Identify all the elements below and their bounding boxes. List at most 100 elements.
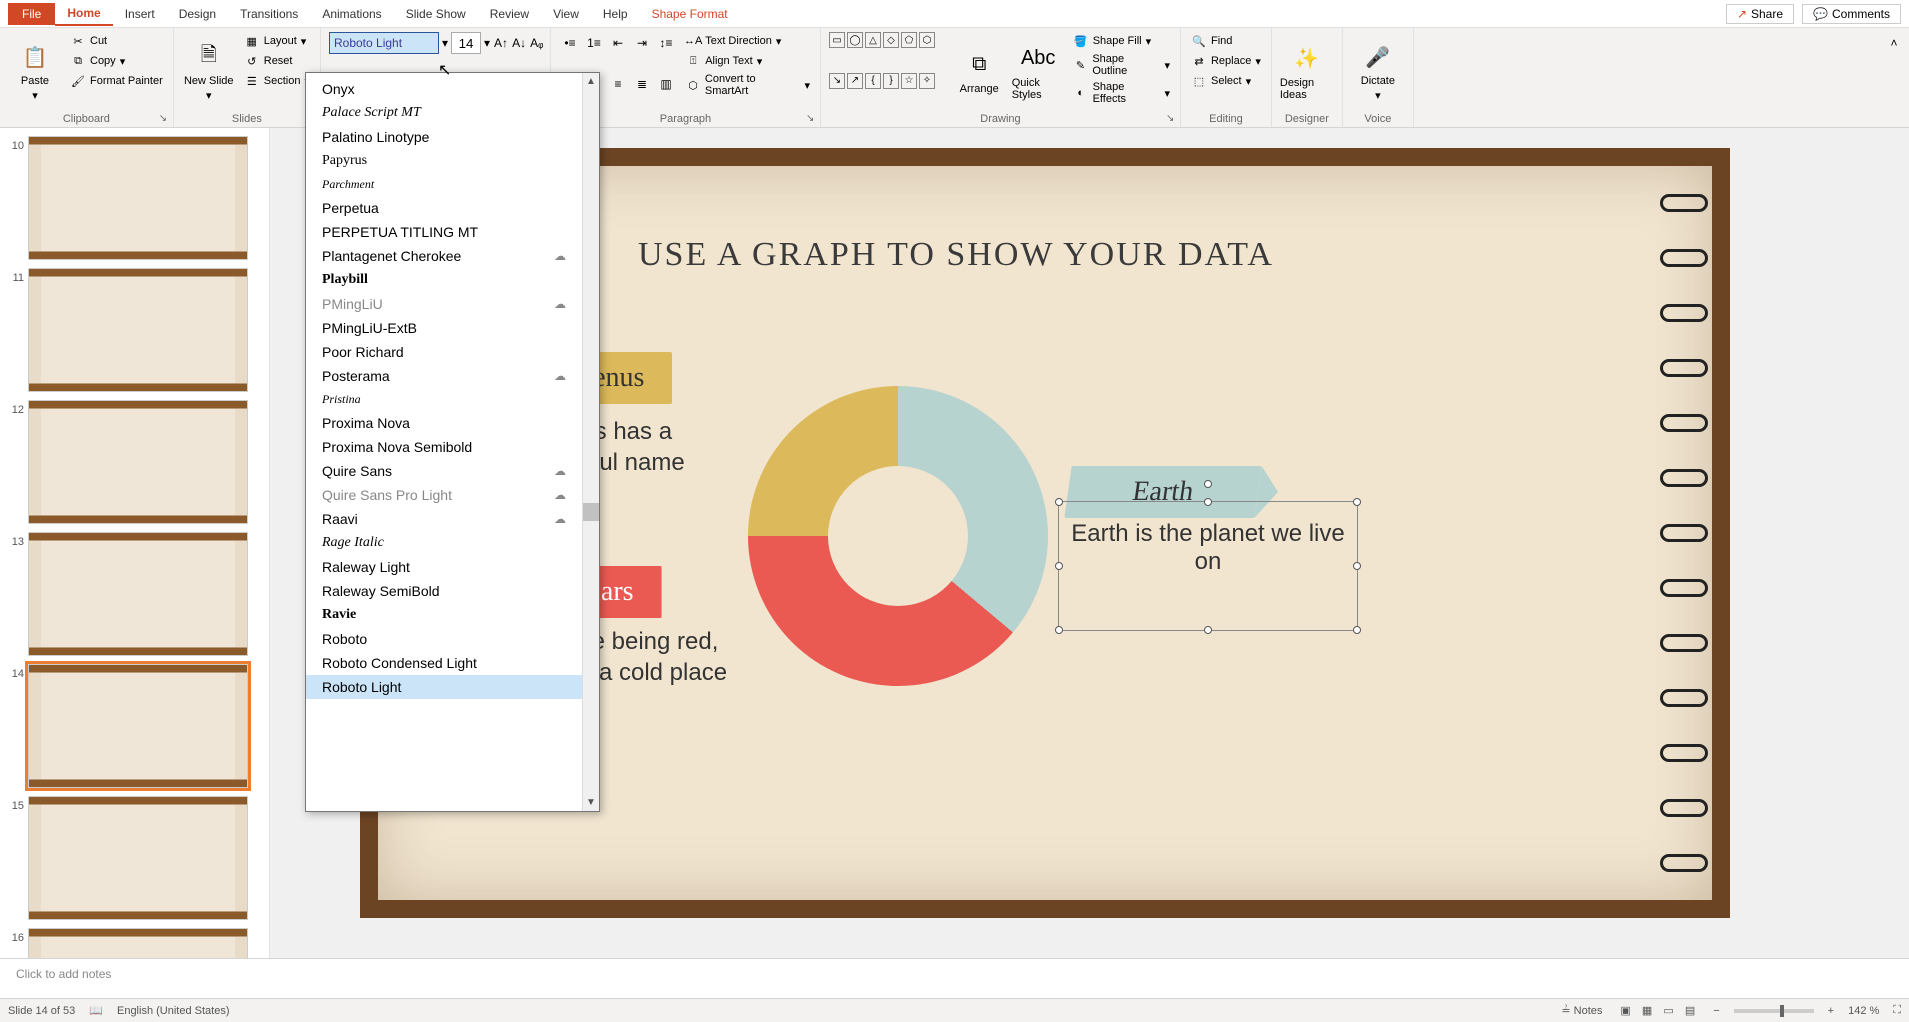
slide-thumb-11[interactable]	[28, 268, 248, 392]
slide-thumbnails-pane[interactable]: 10 11 12 13 14 15 16	[0, 128, 270, 958]
earth-text[interactable]: Earth is the planet we live on	[1059, 502, 1357, 594]
tab-transitions[interactable]: Transitions	[228, 3, 310, 25]
bullets-icon[interactable]: •≡	[559, 32, 581, 54]
font-dropdown[interactable]: OnyxPalace Script MTPalatino LinotypePap…	[305, 72, 600, 812]
arrange-button[interactable]: ⧉Arrange	[953, 32, 1006, 111]
resize-handle[interactable]	[1055, 498, 1063, 506]
zoom-out-icon[interactable]: −	[1713, 1005, 1719, 1017]
tab-help[interactable]: Help	[591, 3, 640, 25]
font-option[interactable]: Parchment	[306, 173, 582, 196]
slide-thumb-13[interactable]	[28, 532, 248, 656]
slide-thumb-14[interactable]	[28, 664, 248, 788]
font-option[interactable]: Palatino Linotype	[306, 125, 582, 149]
zoom-in-icon[interactable]: +	[1828, 1005, 1834, 1017]
slide-thumb-15[interactable]	[28, 796, 248, 920]
line-spacing-icon[interactable]: ↕≡	[655, 32, 677, 54]
scroll-up-icon[interactable]: ▲	[583, 73, 599, 90]
slide-thumb-10[interactable]	[28, 136, 248, 260]
drawing-dialog-launcher[interactable]: ↘	[1166, 113, 1178, 125]
normal-view-icon[interactable]: ▣	[1616, 1005, 1634, 1017]
fit-to-window-icon[interactable]: ⛶	[1893, 1004, 1901, 1017]
font-option[interactable]: Papyrus	[306, 149, 582, 173]
scroll-down-icon[interactable]: ▼	[583, 794, 599, 811]
notes-pane[interactable]: Click to add notes	[0, 958, 1909, 998]
tab-review[interactable]: Review	[478, 3, 541, 25]
numbering-icon[interactable]: 1≡	[583, 32, 605, 54]
replace-button[interactable]: ⇄Replace▾	[1189, 52, 1263, 70]
tab-insert[interactable]: Insert	[113, 3, 167, 25]
font-option[interactable]: Raleway Light	[306, 555, 582, 579]
resize-handle[interactable]	[1204, 498, 1212, 506]
zoom-slider[interactable]	[1734, 1009, 1814, 1013]
comments-button[interactable]: 💬Comments	[1802, 4, 1901, 24]
font-option[interactable]: Raleway SemiBold	[306, 579, 582, 603]
font-option[interactable]: Rage Italic	[306, 531, 582, 555]
slide-title[interactable]: USE A GRAPH TO SHOW YOUR DATA	[638, 236, 1274, 274]
justify-icon[interactable]: ≣	[631, 73, 653, 95]
font-option[interactable]: Proxima Nova Semibold	[306, 435, 582, 459]
decrease-font-icon[interactable]: A↓	[511, 32, 527, 54]
sorter-view-icon[interactable]: ▦	[1638, 1005, 1656, 1017]
font-option[interactable]: Roboto Condensed Light	[306, 651, 582, 675]
tab-file[interactable]: File	[8, 3, 55, 25]
shape-outline-button[interactable]: ✎Shape Outline▾	[1071, 52, 1172, 78]
shape-fill-button[interactable]: 🪣Shape Fill▾	[1071, 32, 1172, 50]
rotate-handle[interactable]	[1204, 480, 1212, 488]
notes-toggle[interactable]: ≟ Notes	[1561, 1004, 1602, 1017]
tab-animations[interactable]: Animations	[310, 3, 393, 25]
font-option[interactable]: Raavi☁	[306, 507, 582, 531]
font-option[interactable]: PMingLiU☁	[306, 292, 582, 316]
reading-view-icon[interactable]: ▭	[1659, 1005, 1677, 1017]
select-button[interactable]: ⬚Select▾	[1189, 72, 1263, 90]
language-status[interactable]: English (United States)	[117, 1005, 230, 1017]
share-button[interactable]: ↗Share	[1726, 4, 1794, 24]
font-name-input[interactable]	[329, 32, 439, 54]
shapes-gallery[interactable]: ▭◯△◇⬠⬡ ↘↗{}☆✧	[829, 32, 947, 111]
cut-button[interactable]: ✂Cut	[68, 32, 165, 50]
tab-slideshow[interactable]: Slide Show	[394, 3, 478, 25]
font-option[interactable]: Proxima Nova	[306, 411, 582, 435]
font-option[interactable]: Poor Richard	[306, 340, 582, 364]
text-direction-button[interactable]: ↔AText Direction▾	[683, 32, 812, 50]
font-option[interactable]: Roboto	[306, 627, 582, 651]
paragraph-dialog-launcher[interactable]: ↘	[806, 113, 818, 125]
font-option[interactable]: Posterama☁	[306, 364, 582, 388]
resize-handle[interactable]	[1204, 626, 1212, 634]
copy-button[interactable]: ⧉Copy▾	[68, 52, 165, 70]
resize-handle[interactable]	[1353, 626, 1361, 634]
font-option[interactable]: Quire Sans Pro Light☁	[306, 483, 582, 507]
font-option[interactable]: Palace Script MT	[306, 101, 582, 125]
dropdown-scrollbar[interactable]: ▲ ▼	[582, 73, 599, 811]
font-option[interactable]: PERPETUA TITLING MT	[306, 220, 582, 244]
tab-shape-format[interactable]: Shape Format	[640, 3, 740, 25]
font-size-input[interactable]	[451, 32, 481, 54]
dictate-button[interactable]: 🎤Dictate▾	[1351, 32, 1405, 111]
font-option[interactable]: Roboto Light	[306, 675, 582, 699]
design-ideas-button[interactable]: ✨Design Ideas	[1280, 32, 1334, 111]
slide-thumb-12[interactable]	[28, 400, 248, 524]
resize-handle[interactable]	[1353, 562, 1361, 570]
font-size-dropdown[interactable]: ▾	[483, 32, 491, 54]
font-option[interactable]: PMingLiU-ExtB	[306, 316, 582, 340]
section-button[interactable]: ☰Section▾	[242, 72, 312, 90]
slideshow-view-icon[interactable]: ▤	[1681, 1005, 1699, 1017]
spellcheck-icon[interactable]: 📖	[89, 1004, 103, 1017]
resize-handle[interactable]	[1055, 626, 1063, 634]
align-right-icon[interactable]: ≡	[607, 73, 629, 95]
layout-button[interactable]: ▦Layout▾	[242, 32, 312, 50]
shape-effects-button[interactable]: ◐Shape Effects▾	[1071, 80, 1172, 106]
resize-handle[interactable]	[1353, 498, 1361, 506]
tab-home[interactable]: Home	[55, 2, 112, 26]
scroll-thumb[interactable]	[583, 503, 599, 521]
font-option[interactable]: Perpetua	[306, 196, 582, 220]
convert-smartart-button[interactable]: ⬡Convert to SmartArt▾	[683, 72, 812, 98]
font-option[interactable]: Playbill	[306, 268, 582, 292]
columns-icon[interactable]: ▥	[655, 73, 677, 95]
font-option[interactable]: Ravie	[306, 603, 582, 627]
font-option[interactable]: Pristina	[306, 388, 582, 411]
slide-thumb-16[interactable]	[28, 928, 248, 958]
find-button[interactable]: 🔍Find	[1189, 32, 1263, 50]
collapse-ribbon-icon[interactable]: ˄	[1883, 32, 1905, 54]
font-option[interactable]: Onyx	[306, 77, 582, 101]
tab-design[interactable]: Design	[167, 3, 228, 25]
